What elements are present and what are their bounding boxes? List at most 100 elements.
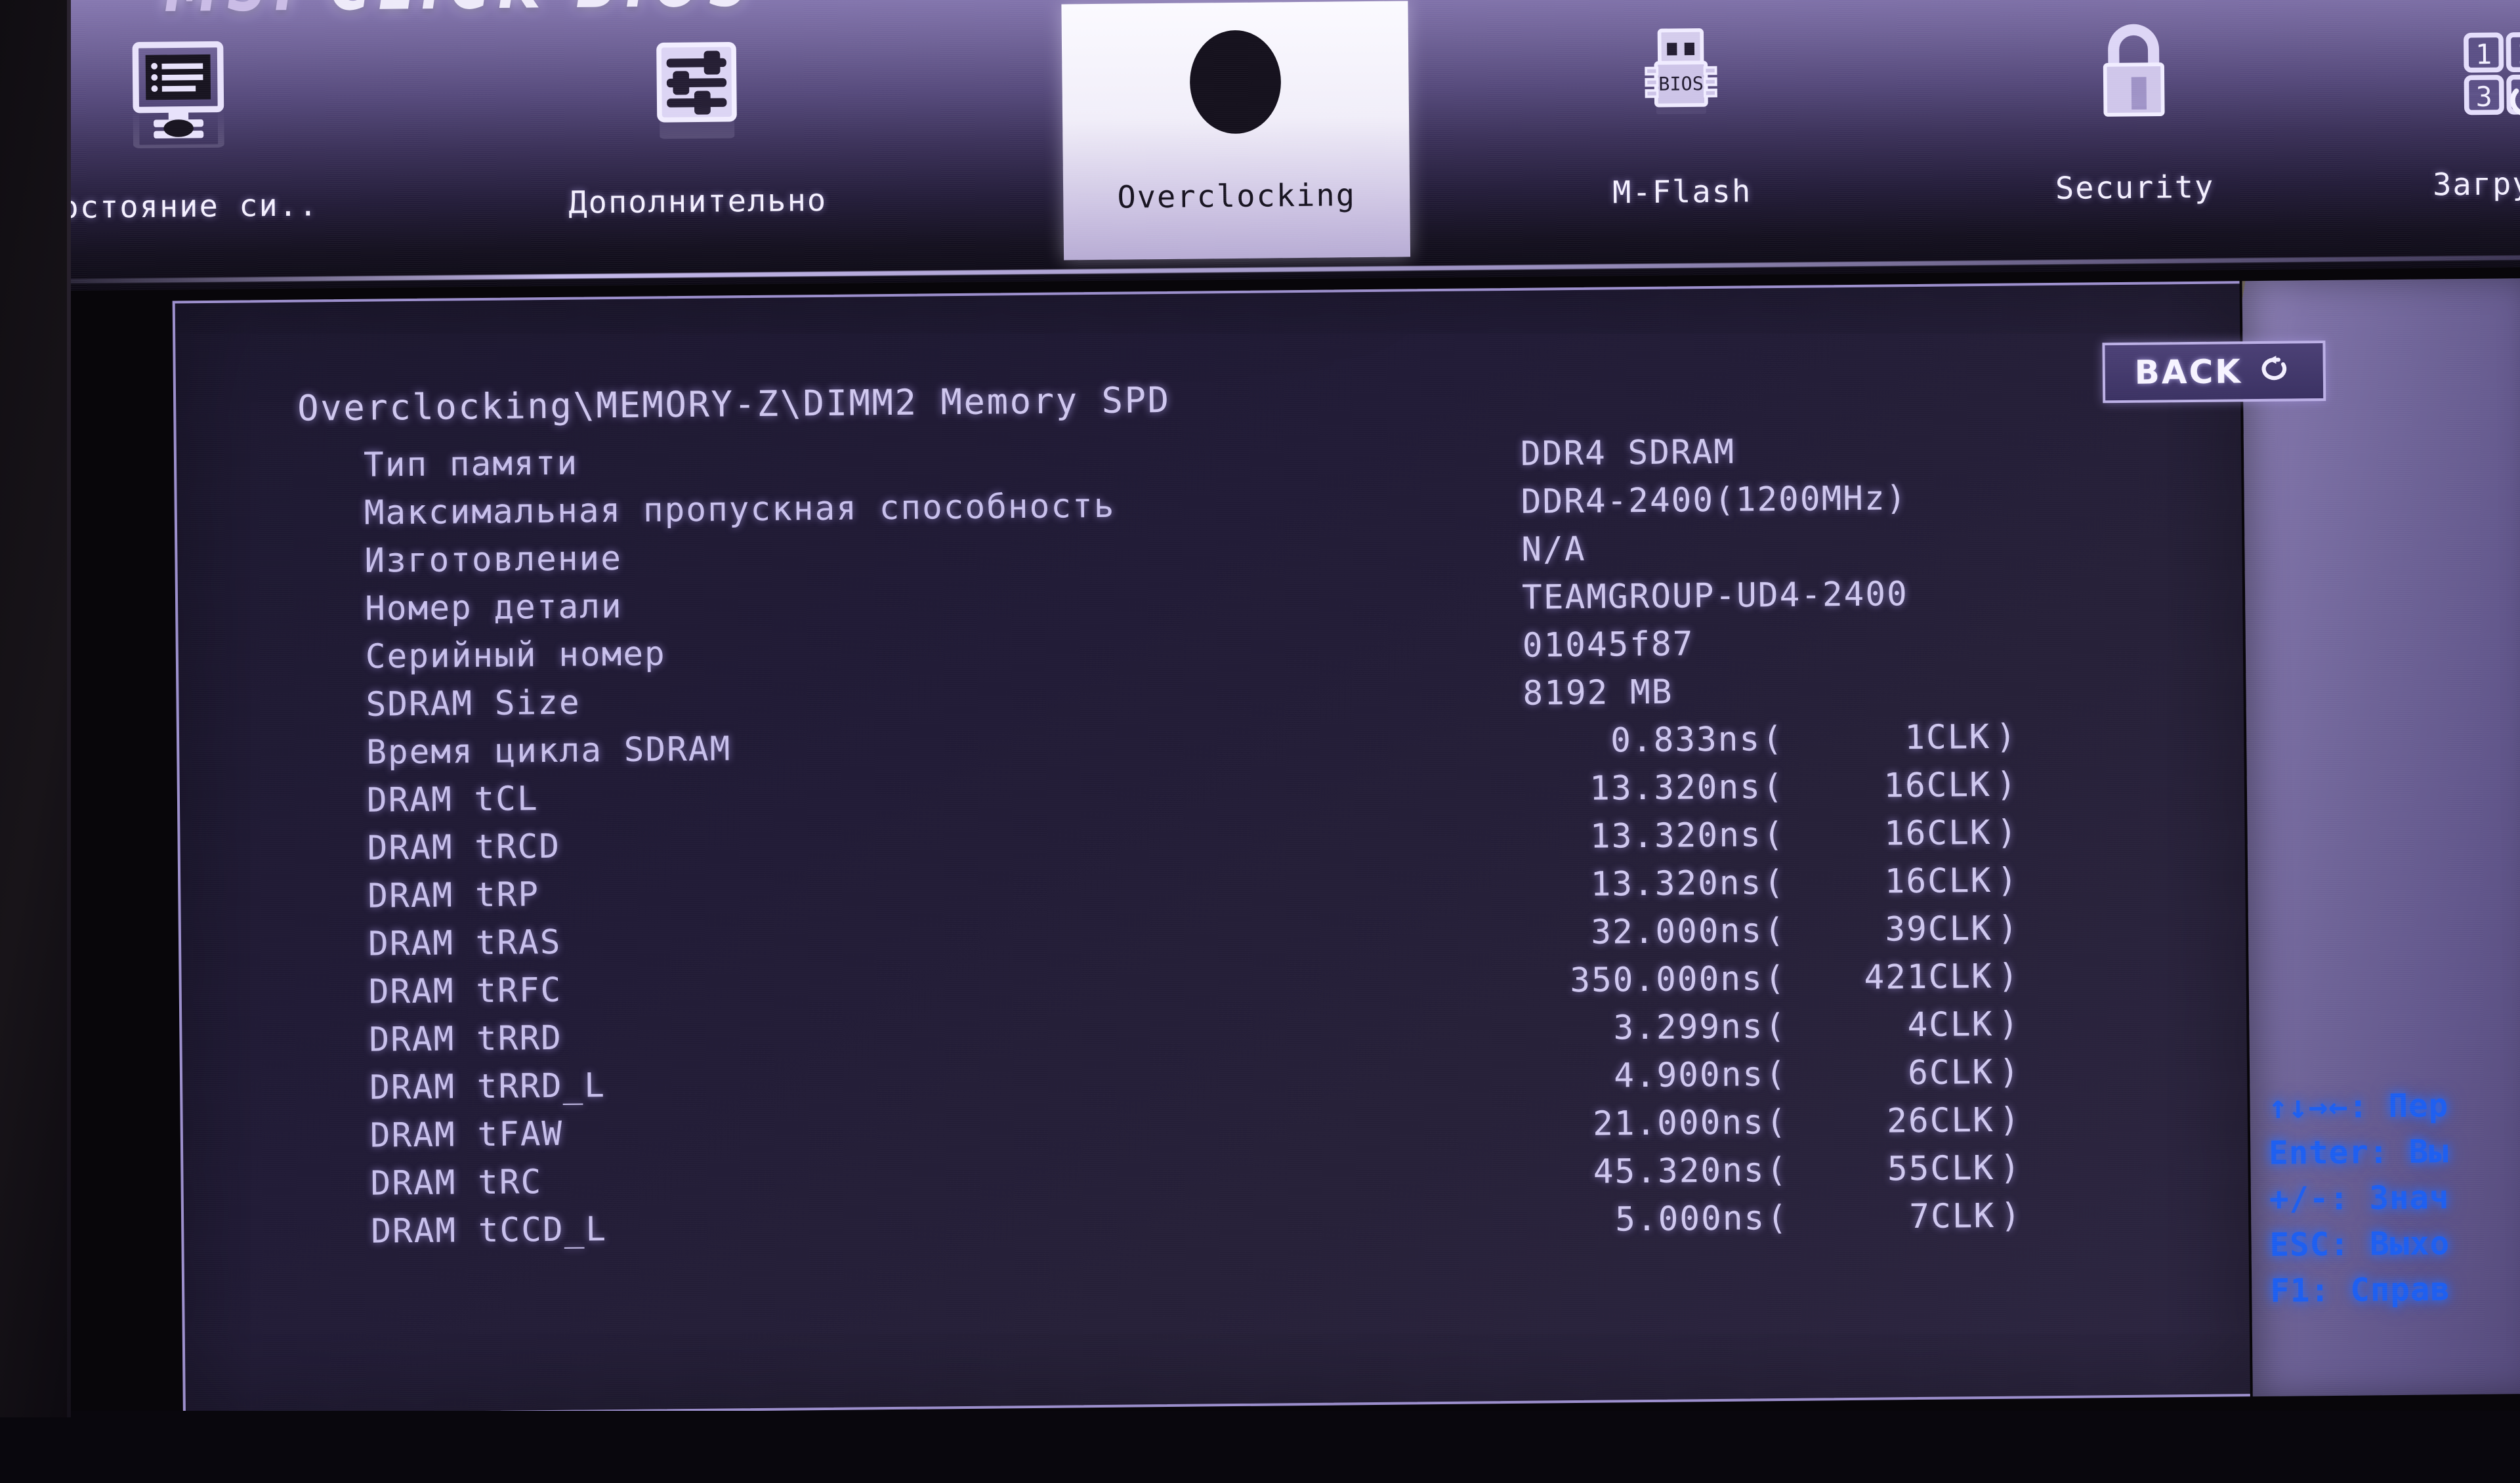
spd-row-label: DRAM tCCD_L — [371, 1210, 607, 1251]
monitor-bezel-left — [0, 0, 71, 1417]
help-line-enter: Enter: Вы — [2269, 1127, 2520, 1177]
spd-row-value-clk: 7CLK — [1785, 1197, 1996, 1238]
spd-row-paren-close: ) — [1997, 862, 2017, 900]
photo-bottom-edge — [0, 1411, 2520, 1483]
gauge-icon — [1173, 19, 1299, 145]
tab-security[interactable]: Security — [1962, 0, 2306, 251]
spd-row-paren-open: ( — [1763, 816, 1783, 854]
spd-row-label: DRAM tCL — [367, 780, 539, 820]
spd-row-value-ns: 0.833ns — [1459, 720, 1761, 761]
spd-row-value-clk: 4CLK — [1783, 1005, 1994, 1046]
spd-row-value: N/A — [1521, 530, 1586, 570]
spd-row-label: Серийный номер — [366, 635, 666, 676]
spd-row-paren-open: ( — [1763, 768, 1783, 806]
spd-row-value-ns: 3.299ns — [1461, 1007, 1764, 1049]
usb-bios-icon: BIOS — [1618, 15, 1744, 141]
spd-row-value-clk: 55CLK — [1784, 1149, 1995, 1190]
spd-row-value: DDR4 SDRAM — [1521, 433, 1736, 474]
spd-row-value-ns: 21.000ns — [1463, 1103, 1765, 1144]
breadcrumb: Overclocking\MEMORY-Z\DIMM2 Memory SPD — [297, 379, 1171, 429]
spd-row-paren-open: ( — [1766, 1151, 1786, 1190]
spd-row-label: Время цикла SDRAM — [366, 730, 732, 772]
tab-m-flash[interactable]: BIOS M-Flash — [1509, 0, 1853, 256]
main-tab-strip: Состояние си.. — [0, 0, 2520, 280]
spd-row-paren-open: ( — [1765, 1055, 1786, 1094]
spd-row-value-ns: 350.000ns — [1461, 959, 1763, 1001]
spd-row-value-clk: 421CLK — [1782, 957, 1993, 998]
spd-row-label: DRAM tRCD — [367, 827, 560, 868]
help-line-f1: F1: Справ — [2270, 1265, 2520, 1314]
boot-keypad-icon: 1 2 3 — [2439, 7, 2520, 133]
spd-row-value-clk: 16CLK — [1781, 766, 1992, 806]
bios-ui-root: MSI CLICK BIOS — [0, 0, 2520, 1446]
spd-row-label: Изготовление — [364, 539, 622, 581]
spd-row-value-clk: 26CLK — [1784, 1101, 1995, 1142]
spd-row-label: DRAM tRRD — [369, 1019, 562, 1060]
spd-row-value: TEAMGROUP-UD4-2400 — [1522, 575, 1908, 617]
spd-row-paren-open: ( — [1764, 911, 1784, 950]
tab-label: Дополнительно — [568, 182, 827, 221]
spd-row-label: DRAM tRFC — [369, 971, 562, 1012]
spd-row-value-ns: 45.320ns — [1463, 1151, 1765, 1192]
padlock-icon-reflection — [2071, 66, 2196, 136]
spd-row-paren-open: ( — [1767, 1199, 1787, 1238]
tab-advanced[interactable]: Дополнительно — [525, 6, 869, 265]
spd-row-value: DDR4-2400(1200MHz) — [1521, 479, 1907, 522]
tab-label: Загрузк — [2433, 165, 2520, 203]
spd-row-label: DRAM tRAS — [368, 923, 562, 964]
spd-row-paren-open: ( — [1762, 720, 1782, 759]
tab-label: Security — [2055, 169, 2215, 207]
help-line-esc: ESC: Выхо — [2269, 1219, 2520, 1268]
spd-row-value-clk: 6CLK — [1784, 1053, 1994, 1094]
spd-row-paren-close: ) — [1998, 1005, 2019, 1044]
spd-row-paren-close: ) — [1996, 814, 2017, 852]
spd-row-value-ns: 32.000ns — [1461, 911, 1763, 953]
spd-row-paren-close: ) — [1999, 1053, 2019, 1092]
spd-row-value-ns: 5.000ns — [1463, 1199, 1766, 1240]
tab-label: M-Flash — [1612, 173, 1752, 211]
spd-row-value: 8192 MB — [1522, 673, 1673, 713]
spd-row-label: Номер детали — [365, 587, 623, 629]
spd-row-paren-open: ( — [1766, 1103, 1786, 1142]
spd-row-value-clk: 1CLK — [1780, 718, 1991, 759]
help-line-plusminus: +/-: Знач — [2269, 1173, 2520, 1222]
spd-row-value-clk: 16CLK — [1782, 862, 1992, 902]
spd-row-value-clk: 39CLK — [1782, 909, 1993, 950]
usb-bios-icon-reflection — [1618, 71, 1744, 140]
spd-row-paren-close: ) — [1998, 909, 2018, 948]
monitor-list-icon — [116, 29, 242, 155]
spd-row-label: Тип памяти — [364, 444, 579, 485]
spd-table: Тип памятиDDR4 SDRAMМаксимальная пропуск… — [177, 428, 2249, 1262]
bios-header: MSI CLICK BIOS — [0, 0, 2520, 291]
spd-row-label: DRAM tRP — [368, 875, 539, 916]
spd-row-value-ns: 13.320ns — [1460, 816, 1762, 857]
padlock-icon — [2071, 10, 2197, 136]
spd-row-paren-close: ) — [1996, 718, 2016, 757]
spd-row-value-ns: 4.900ns — [1462, 1055, 1765, 1097]
boot-keypad-icon-reflection — [2439, 63, 2520, 133]
spd-row-value: 01045f87 — [1522, 625, 1694, 665]
spd-row-value-ns: 13.320ns — [1460, 768, 1762, 809]
spd-content-panel: Overclocking\MEMORY-Z\DIMM2 Memory SPD B… — [173, 281, 2250, 1416]
undo-arrow-icon — [2257, 352, 2294, 390]
spd-row-label: DRAM tFAW — [370, 1115, 564, 1156]
monitor-list-icon-reflection — [116, 85, 242, 155]
sliders-icon-reflection — [634, 80, 759, 150]
spd-row-label: DRAM tRC — [370, 1163, 542, 1203]
spd-row-paren-open: ( — [1765, 1007, 1785, 1046]
spd-row-label: SDRAM Size — [366, 684, 581, 724]
bios-screen-photo: MSI CLICK BIOS — [0, 0, 2520, 1417]
tab-label: Overclocking — [1117, 177, 1356, 215]
spd-row-paren-close: ) — [1999, 1101, 2019, 1140]
tab-boot[interactable]: 1 2 3 — [2369, 0, 2520, 247]
spd-row-paren-close: ) — [2000, 1197, 2021, 1236]
sliders-icon — [634, 24, 760, 150]
spd-row-paren-open: ( — [1764, 959, 1784, 998]
tab-overclocking[interactable]: Overclocking — [1061, 1, 1410, 260]
help-line-navigate: ↑↓→←: Пер — [2268, 1081, 2520, 1131]
spd-row-paren-close: ) — [1998, 957, 2018, 996]
spd-row-paren-open: ( — [1763, 864, 1784, 902]
spd-row-paren-close: ) — [1996, 766, 2017, 804]
back-button[interactable]: BACK — [2102, 341, 2326, 403]
spd-row-value-ns: 13.320ns — [1460, 864, 1763, 905]
